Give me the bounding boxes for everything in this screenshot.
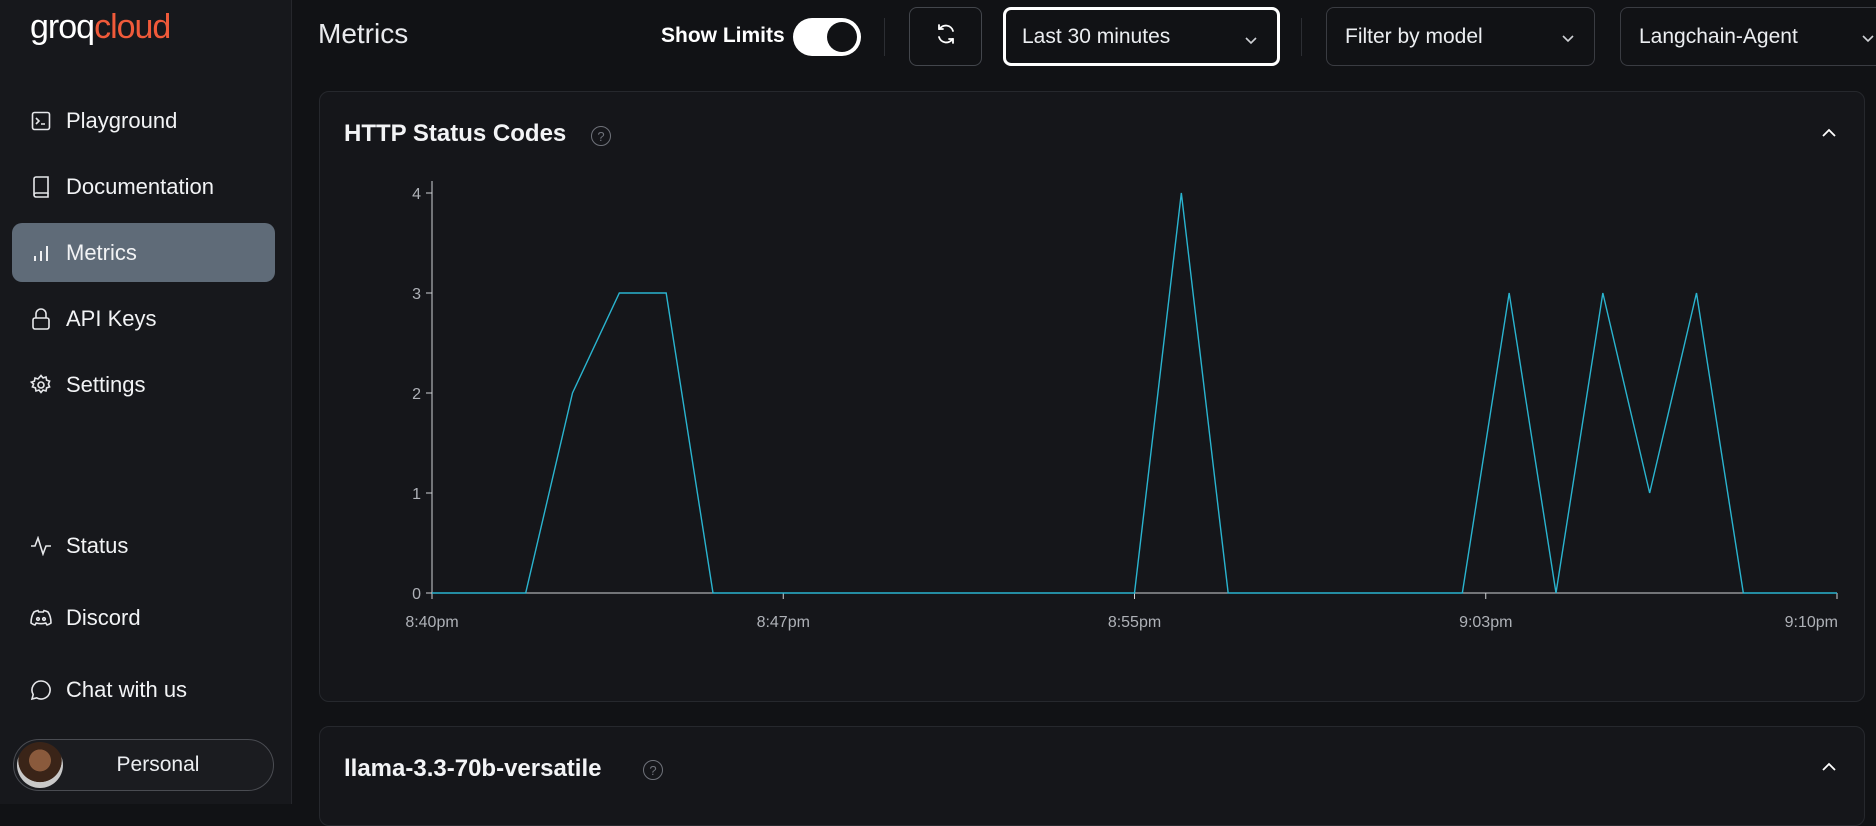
sidebar-item-discord[interactable]: Discord <box>12 588 275 647</box>
x-tick-label: 9:03pm <box>1459 614 1512 631</box>
show-limits-toggle[interactable] <box>793 18 861 56</box>
x-tick-label: 8:55pm <box>1108 614 1161 631</box>
chevron-down-icon <box>1860 28 1876 52</box>
sidebar-item-label: Discord <box>66 604 141 630</box>
chat-bubble-icon <box>30 679 52 701</box>
http-status-codes-card: HTTP Status Codes ? 0 1 2 3 4 8:40pm 8:47pm 8:5… <box>319 91 1865 702</box>
terminal-icon <box>30 110 52 132</box>
project-value: Langchain-Agent <box>1639 24 1798 48</box>
sidebar-item-api-keys[interactable]: API Keys <box>12 289 275 348</box>
sidebar-item-chat[interactable]: Chat with us <box>12 660 275 719</box>
sidebar-item-settings[interactable]: Settings <box>12 355 275 414</box>
avatar <box>17 742 63 788</box>
page-title: Metrics <box>318 18 409 49</box>
divider <box>884 18 885 56</box>
project-select[interactable]: Langchain-Agent <box>1620 7 1876 66</box>
groqcloud-logo[interactable]: groqcloud <box>30 8 171 47</box>
sidebar-item-documentation[interactable]: Documentation <box>12 157 275 216</box>
sidebar-item-label: Playground <box>66 107 178 133</box>
chevron-up-icon[interactable] <box>1820 758 1838 781</box>
sidebar-item-label: Settings <box>66 371 146 397</box>
book-icon <box>30 175 52 198</box>
activity-icon <box>30 535 52 557</box>
toggle-knob <box>827 22 857 52</box>
x-tick-label: 8:40pm <box>405 614 458 631</box>
sidebar-item-status[interactable]: Status <box>12 516 275 575</box>
divider <box>1301 18 1302 56</box>
sidebar-item-label: Documentation <box>66 173 214 199</box>
help-icon[interactable]: ? <box>643 760 663 780</box>
y-tick-label: 0 <box>412 586 421 603</box>
gear-icon <box>30 373 52 396</box>
card-title: llama-3.3-70b-versatile <box>344 755 602 782</box>
chevron-down-icon <box>1560 28 1576 52</box>
chevron-down-icon <box>1243 30 1259 54</box>
sidebar-item-label: Chat with us <box>66 676 188 702</box>
model-card: llama-3.3-70b-versatile ? <box>319 726 1865 826</box>
show-limits-label: Show Limits <box>661 24 785 47</box>
account-switcher[interactable]: Personal <box>13 739 274 791</box>
discord-icon <box>30 607 52 629</box>
y-tick-label: 2 <box>412 386 421 403</box>
lock-icon <box>30 307 52 330</box>
sidebar-item-metrics[interactable]: Metrics <box>12 223 275 282</box>
bar-chart-icon <box>30 242 52 264</box>
sidebar-item-label: Status <box>66 532 129 558</box>
logo-text-cloud: cloud <box>94 8 171 46</box>
y-tick-label: 1 <box>412 486 421 503</box>
sidebar-item-playground[interactable]: Playground <box>12 91 275 150</box>
x-tick-label: 9:10pm <box>1785 614 1838 631</box>
sidebar-item-label: API Keys <box>66 305 157 331</box>
refresh-icon <box>934 22 958 51</box>
status-codes-line-chart: 0 1 2 3 4 8:40pm 8:47pm 8:55pm 9:03pm 9:10pm <box>405 181 1838 631</box>
time-range-value: Last 30 minutes <box>1022 24 1171 48</box>
model-filter-select[interactable]: Filter by model <box>1326 7 1595 66</box>
y-tick-label: 4 <box>412 186 421 203</box>
x-tick-label: 8:47pm <box>757 614 810 631</box>
model-filter-value: Filter by model <box>1345 24 1483 48</box>
account-label: Personal <box>116 753 200 776</box>
time-range-select[interactable]: Last 30 minutes <box>1003 7 1280 66</box>
logo-text-groq: groq <box>30 8 95 46</box>
sidebar: groqcloud Playground Documentation Metri… <box>0 0 292 804</box>
sidebar-item-label: Metrics <box>66 239 137 265</box>
refresh-button[interactable] <box>909 7 982 66</box>
y-tick-label: 3 <box>412 286 421 303</box>
series-line <box>432 192 1837 594</box>
